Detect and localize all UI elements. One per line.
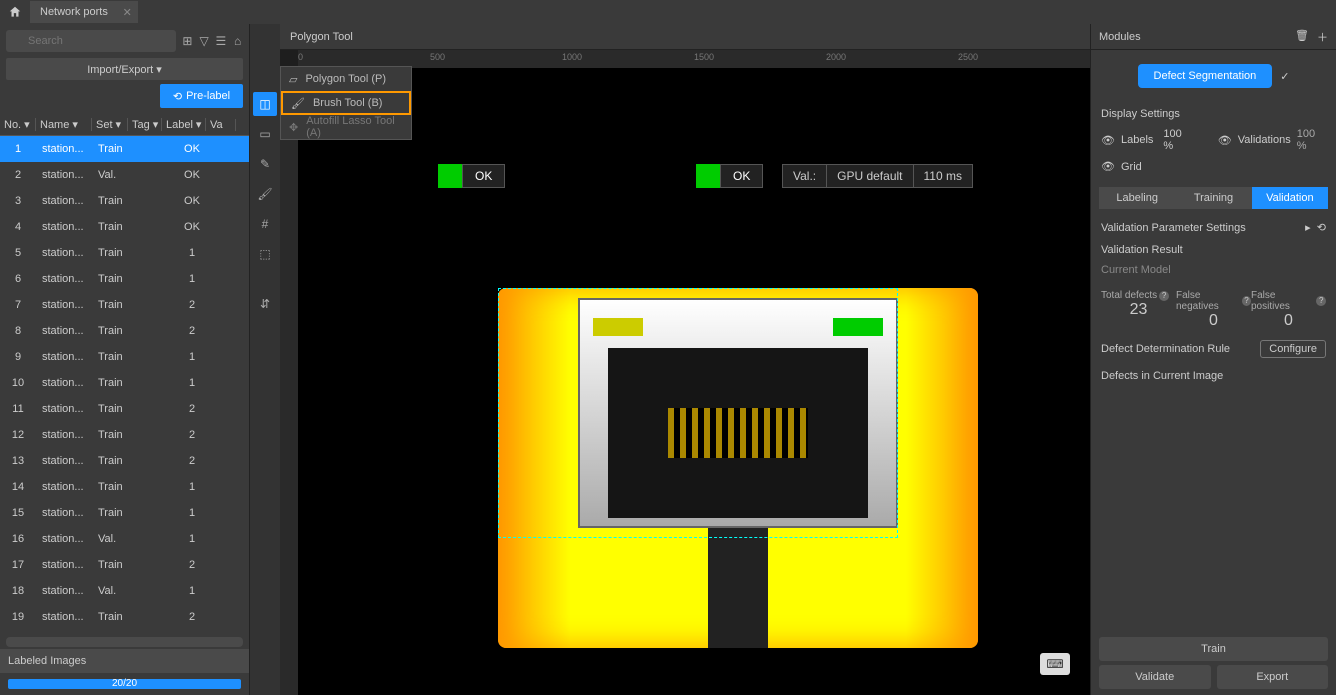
roi-selection[interactable] (498, 288, 898, 538)
polygon-icon: ▱ (289, 73, 297, 86)
labeled-images-header[interactable]: Labeled Images (0, 649, 249, 673)
table-row[interactable]: 5station...Train1 (0, 240, 249, 266)
brush-tool-button[interactable]: 🖌 (253, 182, 277, 206)
canvas-title: Polygon Tool (280, 24, 1090, 50)
sort-tool-button[interactable]: ⇵ (253, 292, 277, 316)
ruler-horizontal: 050010001500200025003 (298, 50, 1090, 68)
table-row[interactable]: 4station...TrainOK (0, 214, 249, 240)
table-row[interactable]: 2station...Val.OK (0, 162, 249, 188)
table-row[interactable]: 14station...Train1 (0, 474, 249, 500)
labels-label: Labels (1121, 134, 1153, 146)
table-row[interactable]: 10station...Train1 (0, 370, 249, 396)
grid-label: Grid (1121, 161, 1142, 173)
close-tab-icon[interactable]: ✕ (123, 6, 132, 19)
image-table-header: No.▾ Name▾ Set▾ Tag▾ Label▾ Va (0, 114, 249, 136)
canvas-viewport[interactable]: OK OK Val.:GPU default110 ms ⌨ (298, 68, 1090, 695)
table-row[interactable]: 12station...Train2 (0, 422, 249, 448)
module-defect-segmentation[interactable]: Defect Segmentation (1138, 64, 1273, 88)
table-row[interactable]: 7station...Train2 (0, 292, 249, 318)
prelabel-button[interactable]: ⟲ Pre-label (160, 84, 243, 108)
import-export-dropdown[interactable]: Import/Export ▾ (6, 58, 243, 80)
current-model-label: Current Model (1101, 264, 1326, 276)
table-h-scroll[interactable] (6, 637, 243, 647)
validations-pct: 100 % (1297, 128, 1326, 152)
grid-tool-button[interactable]: # (253, 212, 277, 236)
table-row[interactable]: 17station...Train2 (0, 552, 249, 578)
labels-pct: 100 % (1163, 128, 1192, 152)
validation-result-title: Validation Result (1101, 244, 1326, 256)
table-row[interactable]: 3station...TrainOK (0, 188, 249, 214)
validation-badge-ok: OK (696, 164, 763, 188)
modules-title: Modules (1099, 31, 1141, 43)
filter-icon[interactable]: ▽ (199, 32, 210, 50)
configure-button[interactable]: Configure (1260, 340, 1326, 358)
validate-button[interactable]: Validate (1099, 665, 1211, 689)
autofill-lasso-item[interactable]: ✥ Autofill Lasso Tool (A) (281, 115, 411, 139)
table-row[interactable]: 1station...TrainOK (0, 136, 249, 162)
eye-icon[interactable]: 👁 (1101, 160, 1115, 173)
polygon-tool-item[interactable]: ▱ Polygon Tool (P) (281, 67, 411, 91)
delete-module-icon[interactable]: 🗑 (1295, 29, 1309, 45)
table-row[interactable]: 19station...Train2 (0, 604, 249, 630)
brush-tool-item[interactable]: 🖌 Brush Tool (B) (281, 91, 411, 115)
home-button[interactable] (0, 0, 30, 24)
validation-stats: Total defects? 23 False negatives? 0 Fal… (1091, 286, 1336, 334)
project-tab[interactable]: Network ports ✕ (30, 1, 138, 23)
eye-icon[interactable]: 👁 (1218, 134, 1232, 147)
validation-info: Val.:GPU default110 ms (782, 164, 973, 188)
add-module-icon[interactable]: ＋ (1317, 29, 1328, 45)
table-row[interactable]: 11station...Train2 (0, 396, 249, 422)
validations-label: Validations (1238, 134, 1291, 146)
polygon-tool-button[interactable]: ◫ (253, 92, 277, 116)
table-row[interactable]: 16station...Val.1 (0, 526, 249, 552)
keyboard-button[interactable]: ⌨ (1040, 653, 1070, 675)
validation-param-row[interactable]: Validation Parameter Settings ▸ ⟲ (1091, 217, 1336, 238)
ruler-vertical (280, 68, 298, 695)
add-image-icon[interactable]: ⊞ (182, 32, 193, 50)
project-tab-label: Network ports (40, 6, 108, 18)
table-row[interactable]: 6station...Train1 (0, 266, 249, 292)
labeled-progress: 20/20 (8, 679, 241, 689)
rule-label: Defect Determination Rule (1101, 343, 1230, 355)
prelabel-icon: ⟲ (173, 90, 182, 103)
brush-icon: 🖌 (291, 97, 305, 110)
eye-icon[interactable]: 👁 (1101, 134, 1115, 147)
tab-validation[interactable]: Validation (1252, 187, 1328, 209)
module-check-icon: ✓ (1280, 70, 1289, 83)
select-tool-button[interactable]: ⬚ (253, 242, 277, 266)
rect-tool-button[interactable]: ▭ (253, 122, 277, 146)
search-input[interactable] (6, 30, 176, 52)
display-settings-title: Display Settings (1101, 108, 1326, 120)
tool-popup: ▱ Polygon Tool (P) 🖌 Brush Tool (B) ✥ Au… (280, 66, 412, 140)
export-button[interactable]: Export (1217, 665, 1329, 689)
lasso-icon: ✥ (289, 121, 298, 134)
label-badge-ok: OK (438, 164, 505, 188)
train-button[interactable]: Train (1099, 637, 1328, 661)
tab-labeling[interactable]: Labeling (1099, 187, 1175, 209)
defects-current-image-label: Defects in Current Image (1101, 370, 1326, 382)
table-row[interactable]: 9station...Train1 (0, 344, 249, 370)
tab-training[interactable]: Training (1175, 187, 1251, 209)
folder-icon[interactable]: ⌂ (232, 32, 243, 50)
table-row[interactable]: 18station...Val.1 (0, 578, 249, 604)
table-row[interactable]: 8station...Train2 (0, 318, 249, 344)
table-row[interactable]: 15station...Train1 (0, 500, 249, 526)
list-icon[interactable]: ☰ (216, 32, 227, 50)
lasso-tool-button[interactable]: ✎ (253, 152, 277, 176)
table-row[interactable]: 13station...Train2 (0, 448, 249, 474)
